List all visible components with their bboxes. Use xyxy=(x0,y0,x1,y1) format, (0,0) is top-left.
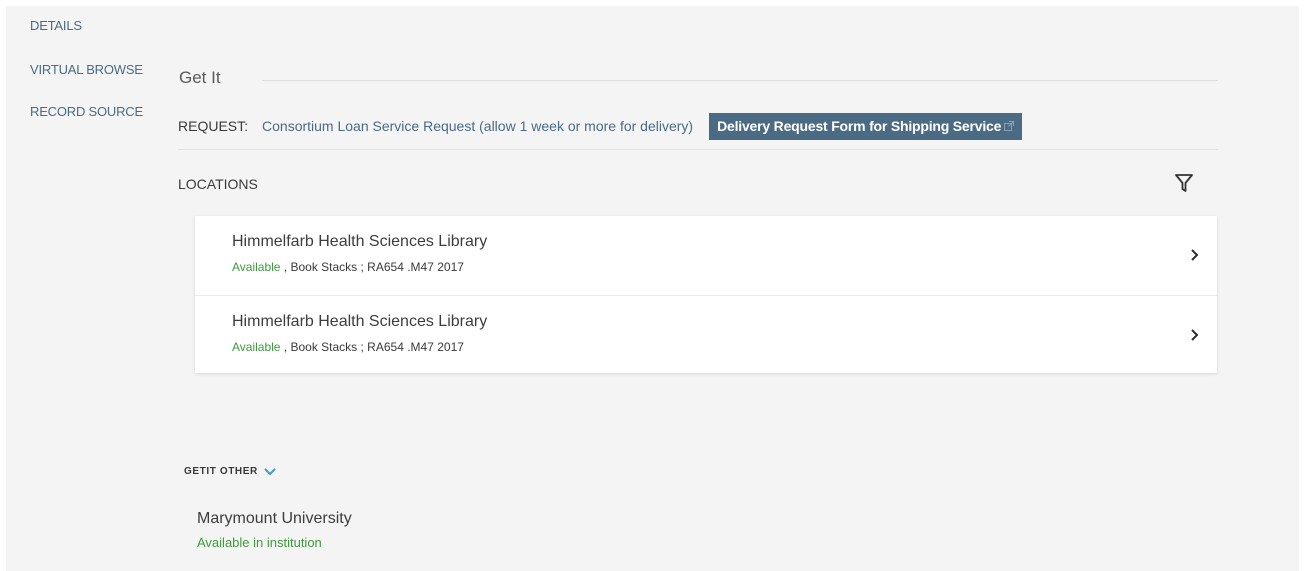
heading-divider xyxy=(262,80,1218,81)
delivery-request-form-button[interactable]: Delivery Request Form for Shipping Servi… xyxy=(709,112,1023,140)
locations-label: LOCATIONS xyxy=(178,176,258,192)
chevron-right-icon xyxy=(1191,249,1199,261)
location-status: Available xyxy=(232,260,281,274)
location-call-number: , Book Stacks ; RA654 .M47 2017 xyxy=(280,340,464,354)
delivery-request-form-label: Delivery Request Form for Shipping Servi… xyxy=(717,117,1002,134)
location-name: Himmelfarb Health Sciences Library xyxy=(232,313,488,330)
request-divider xyxy=(178,149,1218,150)
nav-details-link[interactable]: DETAILS xyxy=(30,18,82,33)
location-availability: Available , Book Stacks ; RA654 .M47 201… xyxy=(232,340,464,354)
location-status: Available xyxy=(232,340,281,354)
external-link-icon xyxy=(1004,120,1015,131)
other-institution-status: Available in institution xyxy=(197,535,322,550)
get-it-heading: Get It xyxy=(179,68,221,87)
location-name: Himmelfarb Health Sciences Library xyxy=(232,233,488,250)
filter-icon[interactable] xyxy=(1173,172,1195,194)
location-item[interactable]: Himmelfarb Health Sciences Library Avail… xyxy=(195,295,1217,373)
request-row: REQUEST: Consortium Loan Service Request… xyxy=(178,112,1023,140)
other-institution-name[interactable]: Marymount University xyxy=(197,510,352,528)
location-availability: Available , Book Stacks ; RA654 .M47 201… xyxy=(232,260,464,274)
getit-other-label: GETIT OTHER xyxy=(184,466,258,477)
nav-record-source-link[interactable]: RECORD SOURCE xyxy=(30,104,143,119)
consortium-loan-request-link[interactable]: Consortium Loan Service Request (allow 1… xyxy=(262,118,693,134)
chevron-right-icon xyxy=(1191,329,1199,341)
location-call-number: , Book Stacks ; RA654 .M47 2017 xyxy=(280,260,464,274)
location-item[interactable]: Himmelfarb Health Sciences Library Avail… xyxy=(195,216,1217,294)
request-label: REQUEST: xyxy=(178,118,249,134)
getit-other-toggle[interactable]: GETIT OTHER xyxy=(184,466,277,477)
nav-virtual-browse-link[interactable]: VIRTUAL BROWSE xyxy=(30,62,143,77)
record-panel: DETAILS VIRTUAL BROWSE RECORD SOURCE Get… xyxy=(6,6,1299,571)
locations-list: Himmelfarb Health Sciences Library Avail… xyxy=(195,216,1217,373)
chevron-down-icon xyxy=(264,467,276,475)
